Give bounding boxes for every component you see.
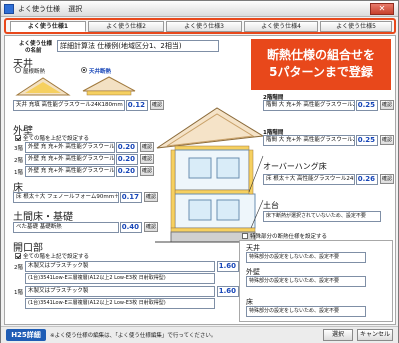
earth-floor-title: 土間床・基礎	[13, 212, 73, 223]
opening-floor2-frame[interactable]: 木製又はプラスチック製	[25, 261, 215, 272]
opening-floor1-glass[interactable]: (1台)3541Low-E三層複層(A12以上2 Low-E3枚 日射取得型)	[25, 298, 215, 309]
ceiling-u-value: 0.12	[126, 100, 148, 111]
app-icon	[4, 4, 14, 14]
wall-floor3-label: 3階	[14, 146, 23, 152]
tab-spec-2[interactable]: よく使う仕様2	[88, 21, 164, 32]
roof-insulation-radio[interactable]	[15, 67, 21, 73]
ceiling-spec-field[interactable]: 天井 充填 高性能グラスウール24K180mm	[13, 100, 125, 111]
tab-spec-1[interactable]: よく使う仕様1	[10, 21, 86, 32]
main-panel: よく使う仕様 の名前 詳細計算法 仕様例(地域区分1、2相当) 天井 屋根断熱 …	[4, 35, 396, 325]
wall-floor1-label: 1階	[14, 170, 23, 176]
tab-spec-3[interactable]: よく使う仕様3	[166, 21, 242, 32]
opening-floor2-u-value: 1.60	[217, 261, 239, 272]
floor2-beam-confirm-button[interactable]: 確認	[380, 100, 394, 110]
floor1-beam-confirm-button[interactable]: 確認	[380, 135, 394, 145]
title-bar: よく使う仕様 選択 ✕	[1, 1, 398, 17]
opening-floor2-label: 2階	[14, 265, 23, 271]
callout-banner: 断熱仕様の組合せを 5パターンまで登録	[251, 39, 391, 90]
callout-line-2: 5パターンまで登録	[269, 65, 373, 79]
outer-wall-all-floors-checkbox[interactable]	[15, 135, 21, 141]
wall-floor3-confirm-button[interactable]: 確認	[140, 142, 154, 152]
wall-floor2-confirm-button[interactable]: 確認	[140, 154, 154, 164]
sill-note: 床下断熱が選択されていないため、設定不要	[263, 211, 381, 222]
special-floor-note: 特殊部分の設定をしないため、設定不要	[246, 306, 366, 317]
roof-insulation-label: 屋根断熱	[23, 69, 46, 75]
overhang-spec[interactable]: 床 根太＋大 高性能グラスウール24K	[263, 174, 355, 185]
spec-name-label-2: の名前	[25, 48, 42, 54]
tab-spec-5[interactable]: よく使う仕様5	[320, 21, 392, 32]
special-parts-label: 特殊部分の断熱仕様を設定する	[250, 234, 328, 240]
floor2-beam-u-value: 0.25	[356, 100, 378, 111]
outer-wall-all-floors-label: 全ての階を上記で設定する	[23, 136, 90, 142]
opening-floor1-label: 1階	[14, 290, 23, 296]
callout-line-1: 断熱仕様の組合せを	[266, 48, 375, 62]
footer-note: ※よく使う仕様の編集は、「よく使う仕様編集」で行ってください。	[50, 333, 217, 339]
wall-floor2-spec[interactable]: 外壁 充 充+外 高性能グラスウール24K	[25, 154, 115, 165]
special-parts-checkbox[interactable]	[242, 233, 248, 239]
overhang-confirm-button[interactable]: 確認	[380, 174, 394, 184]
wall-floor2-u-value: 0.20	[116, 154, 138, 165]
ceiling-insulation-image	[82, 76, 136, 96]
wall-floor2-label: 2階	[14, 158, 23, 164]
bottom-bar: H25詳細 ※よく使う仕様の編集は、「よく使う仕様編集」で行ってください。 選択…	[1, 326, 398, 343]
spec-name-field[interactable]: 詳細計算法 仕様例(地域区分1、2相当)	[57, 40, 219, 52]
wall-floor3-spec[interactable]: 外壁 充 充+外 高性能グラスウール24K	[25, 142, 115, 153]
window-title: よく使う仕様 選択	[18, 4, 82, 14]
earth-floor-spec-field[interactable]: べた基礎 基礎断熱	[13, 222, 119, 233]
wall-floor1-u-value: 0.20	[116, 166, 138, 177]
floor-spec-field[interactable]: 床 根太＋大 フェノールフォーム90mm＋45mm	[13, 192, 119, 203]
floor2-beam-spec[interactable]: 階間 大 充+外 高性能グラスウール24K	[263, 100, 355, 111]
window-subtitle: 選択	[68, 5, 83, 13]
special-ceiling-note: 特殊部分の設定をしないため、設定不要	[246, 252, 366, 263]
floor1-beam-spec[interactable]: 階間 大 充+外 高性能グラスウール24K	[263, 135, 355, 146]
sill-title: 土台	[263, 201, 279, 210]
opening-all-floors-label: 全ての階を上記で設定する	[23, 254, 90, 260]
floor1-beam-u-value: 0.25	[356, 135, 378, 146]
opening-all-floors-checkbox[interactable]	[15, 253, 21, 259]
app-window: よく使う仕様 選択 ✕ よく使う仕様1 よく使う仕様2 よく使う仕様3 よく使う…	[0, 0, 399, 343]
special-wall-note: 特殊部分の設定をしないため、設定不要	[246, 276, 366, 287]
floor-u-value: 0.17	[120, 192, 142, 203]
window-title-text: よく使う仕様	[18, 5, 60, 13]
select-button[interactable]: 選択	[323, 329, 353, 341]
opening-floor1-u-value: 1.60	[217, 286, 239, 297]
earth-floor-value: 0.40	[120, 222, 142, 233]
close-button[interactable]: ✕	[370, 3, 394, 15]
overhang-u-value: 0.26	[356, 174, 378, 185]
wall-floor1-spec[interactable]: 外壁 充 充+外 高性能グラスウール24K	[25, 166, 115, 177]
opening-floor2-glass[interactable]: (1台)3541Low-E三層複層(A12以上2 Low-E3枚 日射取得型)	[25, 273, 215, 284]
tab-spec-4[interactable]: よく使う仕様4	[244, 21, 318, 32]
spec-tabs: よく使う仕様1 よく使う仕様2 よく使う仕様3 よく使う仕様4 よく使う仕様5	[4, 18, 396, 34]
overhang-title: オーバーハング床	[263, 162, 327, 171]
house-section-diagram	[155, 107, 265, 243]
opening-floor1-frame[interactable]: 木製又はプラスチック製	[25, 286, 215, 297]
roof-insulation-image	[15, 77, 71, 96]
wall-floor3-u-value: 0.20	[116, 142, 138, 153]
ceiling-insulation-label: 天井断熱	[89, 69, 112, 75]
wall-floor1-confirm-button[interactable]: 確認	[140, 166, 154, 176]
h25-detail-button[interactable]: H25詳細	[6, 329, 46, 341]
cancel-button[interactable]: キャンセル	[357, 329, 393, 341]
ceiling-insulation-radio[interactable]	[81, 67, 87, 73]
special-parts-group: 天井 特殊部分の設定をしないため、設定不要 外壁 特殊部分の設定をしないため、設…	[239, 240, 393, 322]
